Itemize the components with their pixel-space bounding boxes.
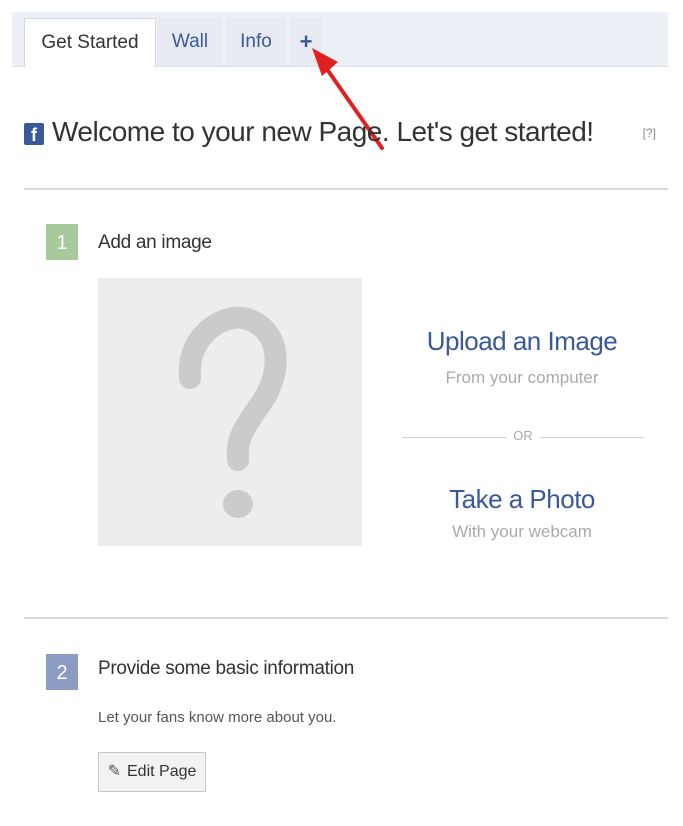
step-1-badge: 1 (46, 224, 78, 260)
step-1-title: Add an image (98, 232, 212, 253)
upload-image-subtitle: From your computer (445, 368, 599, 387)
step-2-badge: 2 (46, 654, 78, 690)
take-photo-link[interactable]: Take a Photo (402, 484, 642, 515)
step-2-title: Provide some basic information (98, 658, 355, 679)
or-separator: OR (402, 426, 644, 448)
take-photo-subtitle: With your webcam (452, 522, 592, 541)
upload-image-link[interactable]: Upload an Image (402, 326, 642, 357)
page-title: Welcome to your new Page. Let's get star… (52, 116, 594, 147)
step-2-description: Let your fans know more about you. (98, 709, 337, 726)
edit-page-button[interactable]: ✎ Edit Page (98, 752, 206, 792)
help-link[interactable]: [?] (643, 126, 656, 140)
facebook-logo-icon: f (24, 123, 44, 145)
or-label: OR (513, 428, 533, 443)
divider (24, 188, 668, 190)
edit-page-label: Edit Page (127, 763, 197, 780)
page-header: f Welcome to your new Page. Let's get st… (24, 116, 668, 160)
tab-info[interactable]: Info (226, 18, 286, 66)
tab-get-started[interactable]: Get Started (24, 18, 156, 67)
profile-image-placeholder (98, 278, 362, 546)
tab-wall[interactable]: Wall (158, 18, 222, 66)
question-mark-icon (178, 306, 287, 518)
divider (24, 617, 668, 619)
separator-line (402, 437, 506, 438)
separator-line (540, 437, 644, 438)
pencil-icon: ✎ (107, 763, 121, 780)
